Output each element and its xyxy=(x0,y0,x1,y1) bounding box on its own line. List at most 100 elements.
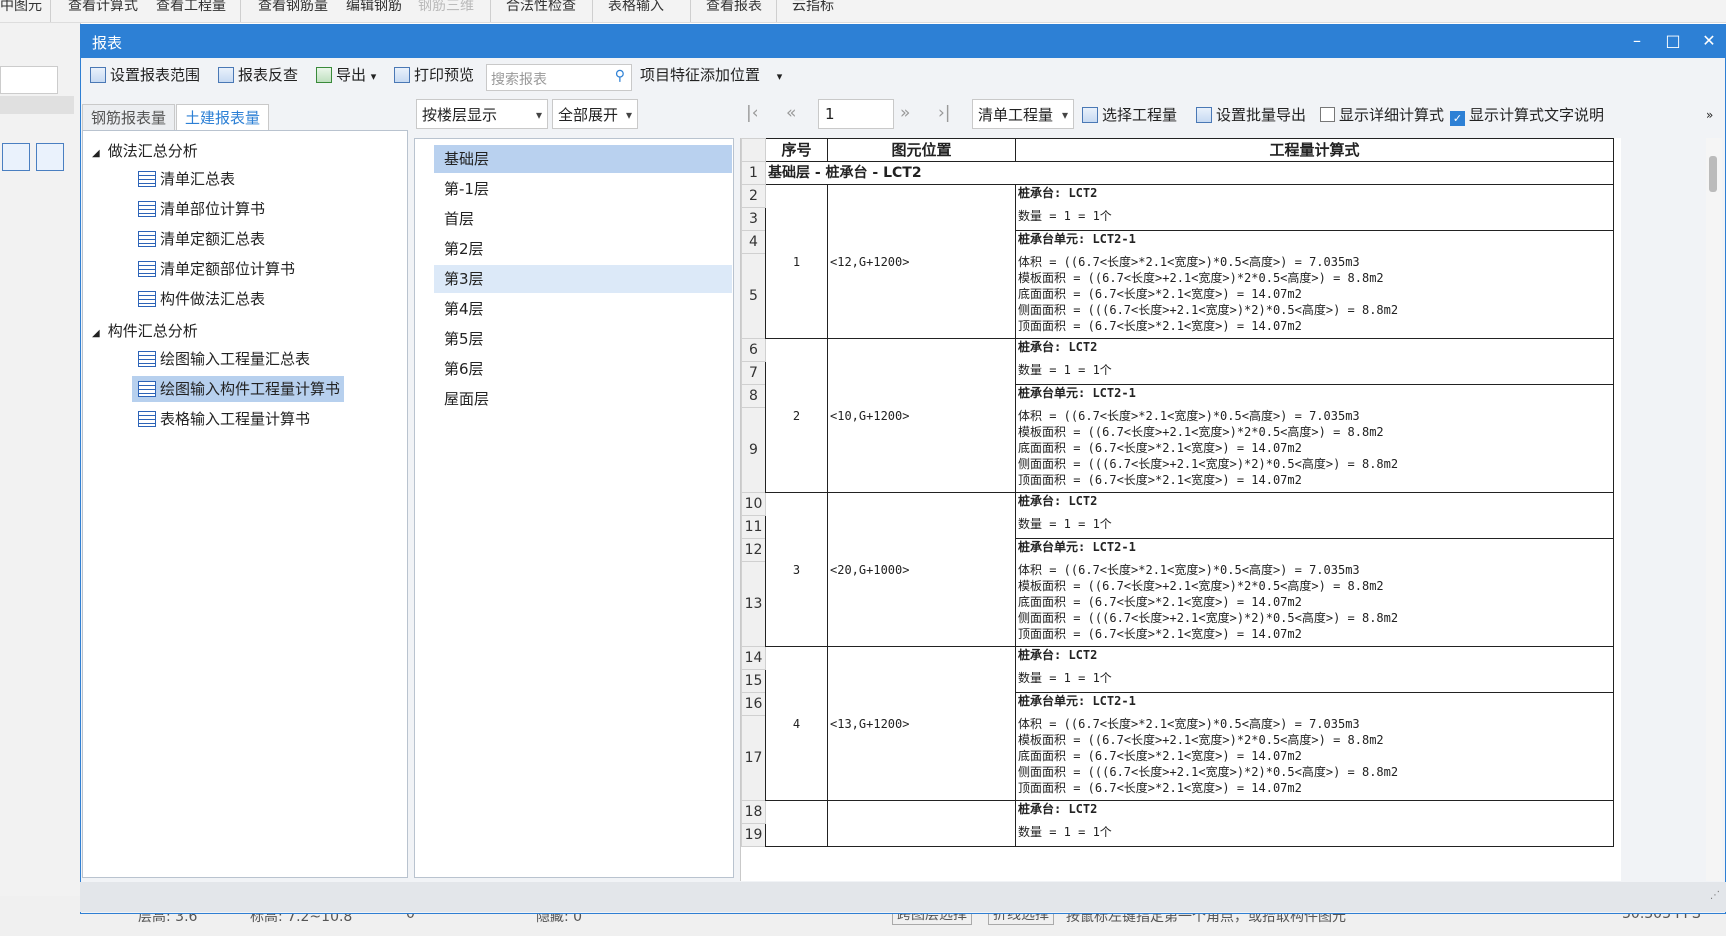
select-quantity-button[interactable]: 选择工程量 xyxy=(1082,104,1177,126)
floor-item[interactable]: 第2层 xyxy=(434,235,732,263)
ribbon-tab[interactable]: 表格输入 xyxy=(608,0,664,22)
select-quantity-label: 选择工程量 xyxy=(1102,106,1178,124)
batch-export-button[interactable]: 设置批量导出 xyxy=(1196,104,1306,126)
tab-civil-report[interactable]: 土建报表量 xyxy=(176,104,270,131)
last-page-icon[interactable]: ›| xyxy=(938,102,951,124)
tree-item-table-quantity-calc[interactable]: 表格输入工程量计算书 xyxy=(132,406,314,432)
seq-cell xyxy=(765,800,828,847)
collapse-triangle-icon[interactable]: ◢ xyxy=(92,328,100,339)
ribbon-tab[interactable]: 查看报表 xyxy=(706,0,762,22)
prev-page-icon[interactable]: « xyxy=(786,102,796,124)
report-search-input[interactable]: 搜索报表 ⚲ xyxy=(486,64,632,91)
row-number: 14 xyxy=(741,646,766,670)
tree-item-bill-summary[interactable]: 清单汇总表 xyxy=(132,166,239,192)
floor-item[interactable]: 第6层 xyxy=(434,355,732,383)
expand-all-select[interactable]: 全部展开 xyxy=(552,99,638,130)
dialog-footer: ⋰ xyxy=(80,882,1726,912)
ribbon-tab[interactable]: 查看计算式 xyxy=(68,0,138,22)
tree-item-label: 表格输入工程量计算书 xyxy=(160,410,311,428)
detail-view-icon[interactable] xyxy=(36,143,64,171)
quantity-table: 序号 图元位置 工程量计算式 1 基础层 - 桩承台 - LCT2 2 1 <1… xyxy=(741,138,1614,847)
floor-item[interactable]: 第5层 xyxy=(434,325,732,353)
reverse-check-button[interactable]: 报表反查 xyxy=(218,64,298,86)
ribbon-separator xyxy=(50,0,51,22)
ribbon-tab[interactable]: 云指标 xyxy=(792,0,834,22)
floor-item[interactable]: 第4层 xyxy=(434,295,732,323)
col-header-formula: 工程量计算式 xyxy=(1015,138,1614,162)
unit-line: 桩承台单元: LCT2-1 xyxy=(1018,232,1136,246)
floor-item[interactable]: 第3层 xyxy=(434,265,732,293)
export-button[interactable]: 导出 ▾ xyxy=(316,64,376,86)
col-header-seq: 序号 xyxy=(765,138,828,162)
row-number: 17 xyxy=(741,715,766,801)
seq-cell: 4 xyxy=(765,646,828,801)
tree-group-component-summary[interactable]: ◢ 构件汇总分析 xyxy=(92,320,198,341)
row-number: 5 xyxy=(741,253,766,339)
add-position-dropdown[interactable]: 项目特征添加位置 ▾ xyxy=(640,64,782,86)
set-range-button[interactable]: 设置报表范围 xyxy=(90,64,200,86)
first-page-icon[interactable]: |‹ xyxy=(746,102,759,124)
floor-item[interactable]: 基础层 xyxy=(434,145,732,173)
side-area-line: 侧面面积 = (((6.7<长度>+2.1<宽度>)*2)*0.5<高度>) =… xyxy=(1018,610,1399,625)
tree-item-bill-quota-position-calc[interactable]: 清单定额部位计算书 xyxy=(132,256,299,282)
tab-rebar-report[interactable]: 钢筋报表量 xyxy=(82,104,176,131)
next-page-icon[interactable]: » xyxy=(900,102,910,124)
row-number: 19 xyxy=(741,823,766,847)
close-icon[interactable]: ✕ xyxy=(1698,30,1720,52)
ribbon-tab[interactable]: 中图元 xyxy=(0,0,42,22)
row-number: 16 xyxy=(741,692,766,716)
side-area-line: 侧面面积 = (((6.7<长度>+2.1<宽度>)*2)*0.5<高度>) =… xyxy=(1018,456,1399,471)
grid-icon xyxy=(1082,107,1098,123)
count-line: 数量 = 1 = 1个 xyxy=(1018,208,1112,223)
minimize-icon[interactable]: – xyxy=(1626,30,1648,52)
floor-item[interactable]: 屋面层 xyxy=(434,385,732,413)
position-cell: <20,G+1000> xyxy=(827,492,1016,647)
ribbon-tab[interactable]: 编辑钢筋 xyxy=(346,0,402,22)
tree-item-component-method-summary[interactable]: 构件做法汇总表 xyxy=(132,286,269,312)
list-view-icon[interactable] xyxy=(2,143,30,171)
tree-item-drawing-quantity-summary[interactable]: 绘图输入工程量汇总表 xyxy=(132,346,314,372)
top-area-line: 顶面面积 = (6.7<长度>*2.1<宽度>) = 14.07m2 xyxy=(1018,626,1302,641)
formwork-line: 模板面积 = ((6.7<长度>+2.1<宽度>)*2*0.5<高度>) = 8… xyxy=(1018,270,1384,285)
formula-cell: 桩承台: LCT2 xyxy=(1015,492,1614,516)
floor-item[interactable]: 首层 xyxy=(434,205,732,233)
show-text-checkbox[interactable]: ✓ 显示计算式文字说明 xyxy=(1450,104,1604,126)
quantity-type-select[interactable]: 清单工程量 xyxy=(972,99,1074,130)
seq-cell: 1 xyxy=(765,184,828,339)
tree-item-drawing-component-calc[interactable]: 绘图输入构件工程量计算书 xyxy=(132,376,345,402)
side-area-line: 侧面面积 = (((6.7<长度>+2.1<宽度>)*2)*0.5<高度>) =… xyxy=(1018,764,1399,779)
floor-item[interactable]: 第-1层 xyxy=(434,175,732,203)
formula-cell: 桩承台: LCT2 xyxy=(1015,800,1614,824)
dialog-titlebar: 报表 – □ ✕ xyxy=(80,24,1726,58)
search-icon[interactable]: ⚲ xyxy=(615,68,625,84)
formula-cell: 数量 = 1 = 1个 xyxy=(1015,823,1614,847)
collapse-triangle-icon[interactable]: ◢ xyxy=(92,148,100,159)
tree-item-label: 清单汇总表 xyxy=(160,170,236,188)
reverse-check-label: 报表反查 xyxy=(238,66,299,84)
ribbon-tab[interactable]: 合法性检查 xyxy=(506,0,576,22)
main-combo[interactable] xyxy=(0,66,58,94)
report-scrollbar[interactable] xyxy=(1706,138,1722,881)
tree-group-method-summary[interactable]: ◢ 做法汇总分析 xyxy=(92,140,198,161)
formula-cell: 数量 = 1 = 1个 xyxy=(1015,207,1614,231)
ribbon-tab[interactable]: 查看钢筋量 xyxy=(258,0,328,22)
overflow-chevron-icon[interactable]: » xyxy=(1706,104,1713,126)
tree-item-bill-quota-summary[interactable]: 清单定额汇总表 xyxy=(132,226,269,252)
page-number-input[interactable]: 1 xyxy=(818,99,894,129)
formula-cell: 体积 = ((6.7<长度>*2.1<宽度>)*0.5<高度>) = 7.035… xyxy=(1015,715,1614,801)
checkbox-unchecked-icon[interactable] xyxy=(1320,107,1335,122)
floor-display-select[interactable]: 按楼层显示 xyxy=(416,99,548,130)
row-number: 1 xyxy=(741,161,766,185)
maximize-icon[interactable]: □ xyxy=(1662,30,1684,52)
checkbox-checked-icon[interactable]: ✓ xyxy=(1450,111,1465,126)
print-preview-button[interactable]: 打印预览 xyxy=(394,64,474,86)
tree-item-bill-position-calc[interactable]: 清单部位计算书 xyxy=(132,196,269,222)
ribbon-tab[interactable]: 查看工程量 xyxy=(156,0,226,22)
formula-cell: 桩承台单元: LCT2-1 xyxy=(1015,230,1614,254)
scrollbar-thumb[interactable] xyxy=(1709,156,1717,192)
row-number: 18 xyxy=(741,800,766,824)
show-detail-checkbox[interactable]: 显示详细计算式 xyxy=(1320,104,1444,126)
row-number: 15 xyxy=(741,669,766,693)
resize-grip-icon[interactable]: ⋰ xyxy=(1710,890,1720,901)
export-icon xyxy=(316,67,332,83)
